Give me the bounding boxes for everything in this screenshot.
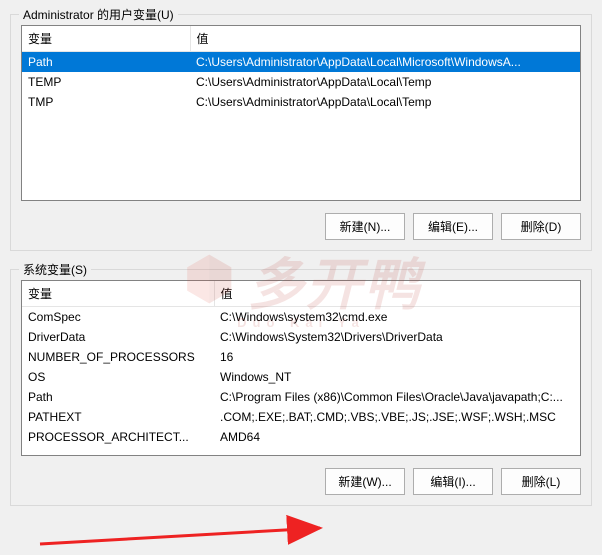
table-row[interactable]: OSWindows_NT: [22, 367, 580, 387]
cell-var-value: C:\Windows\System32\Drivers\DriverData: [214, 327, 580, 347]
cell-var-name: TEMP: [22, 72, 190, 92]
cell-var-value: C:\Users\Administrator\AppData\Local\Tem…: [190, 72, 580, 92]
cell-var-name: ComSpec: [22, 307, 214, 328]
table-row[interactable]: ComSpecC:\Windows\system32\cmd.exe: [22, 307, 580, 328]
table-row[interactable]: DriverDataC:\Windows\System32\Drivers\Dr…: [22, 327, 580, 347]
user-edit-button[interactable]: 编辑(E)...: [413, 213, 493, 240]
user-delete-button[interactable]: 删除(D): [501, 213, 581, 240]
system-delete-button[interactable]: 删除(L): [501, 468, 581, 495]
user-col-value[interactable]: 值: [190, 26, 580, 52]
cell-var-name: NUMBER_OF_PROCESSORS: [22, 347, 214, 367]
cell-var-name: PATHEXT: [22, 407, 214, 427]
cell-var-value: C:\Users\Administrator\AppData\Local\Mic…: [190, 52, 580, 73]
system-buttons-row: 新建(W)... 编辑(I)... 删除(L): [21, 468, 581, 495]
user-new-button[interactable]: 新建(N)...: [325, 213, 405, 240]
table-row[interactable]: TMPC:\Users\Administrator\AppData\Local\…: [22, 92, 580, 112]
sys-col-value[interactable]: 值: [214, 281, 580, 307]
cell-var-name: DriverData: [22, 327, 214, 347]
cell-var-value: C:\Users\Administrator\AppData\Local\Tem…: [190, 92, 580, 112]
system-variables-table[interactable]: 变量 值 ComSpecC:\Windows\system32\cmd.exeD…: [21, 280, 581, 456]
table-row[interactable]: PATHEXT.COM;.EXE;.BAT;.CMD;.VBS;.VBE;.JS…: [22, 407, 580, 427]
sys-col-name[interactable]: 变量: [22, 281, 214, 307]
system-variables-group: 系统变量(S) 变量 值 ComSpecC:\Windows\system32\…: [10, 269, 592, 506]
cell-var-value: AMD64: [214, 427, 580, 447]
table-row[interactable]: PROCESSOR_ARCHITECT...AMD64: [22, 427, 580, 447]
user-variables-label: Administrator 的用户变量(U): [19, 6, 178, 23]
user-buttons-row: 新建(N)... 编辑(E)... 删除(D): [21, 213, 581, 240]
user-variables-group: Administrator 的用户变量(U) 变量 值 PathC:\Users…: [10, 14, 592, 251]
system-variables-label: 系统变量(S): [19, 261, 91, 278]
cell-var-value: .COM;.EXE;.BAT;.CMD;.VBS;.VBE;.JS;.JSE;.…: [214, 407, 580, 427]
cell-var-value: C:\Windows\system32\cmd.exe: [214, 307, 580, 328]
table-row[interactable]: PathC:\Users\Administrator\AppData\Local…: [22, 52, 580, 73]
user-col-name[interactable]: 变量: [22, 26, 190, 52]
table-row[interactable]: PathC:\Program Files (x86)\Common Files\…: [22, 387, 580, 407]
table-row[interactable]: TEMPC:\Users\Administrator\AppData\Local…: [22, 72, 580, 92]
cell-var-name: PROCESSOR_ARCHITECT...: [22, 427, 214, 447]
cell-var-value: Windows_NT: [214, 367, 580, 387]
system-edit-button[interactable]: 编辑(I)...: [413, 468, 493, 495]
cell-var-name: TMP: [22, 92, 190, 112]
cell-var-value: C:\Program Files (x86)\Common Files\Orac…: [214, 387, 580, 407]
cell-var-name: OS: [22, 367, 214, 387]
table-row[interactable]: NUMBER_OF_PROCESSORS16: [22, 347, 580, 367]
cell-var-name: Path: [22, 387, 214, 407]
user-variables-table[interactable]: 变量 值 PathC:\Users\Administrator\AppData\…: [21, 25, 581, 201]
system-new-button[interactable]: 新建(W)...: [325, 468, 405, 495]
cell-var-name: Path: [22, 52, 190, 73]
cell-var-value: 16: [214, 347, 580, 367]
